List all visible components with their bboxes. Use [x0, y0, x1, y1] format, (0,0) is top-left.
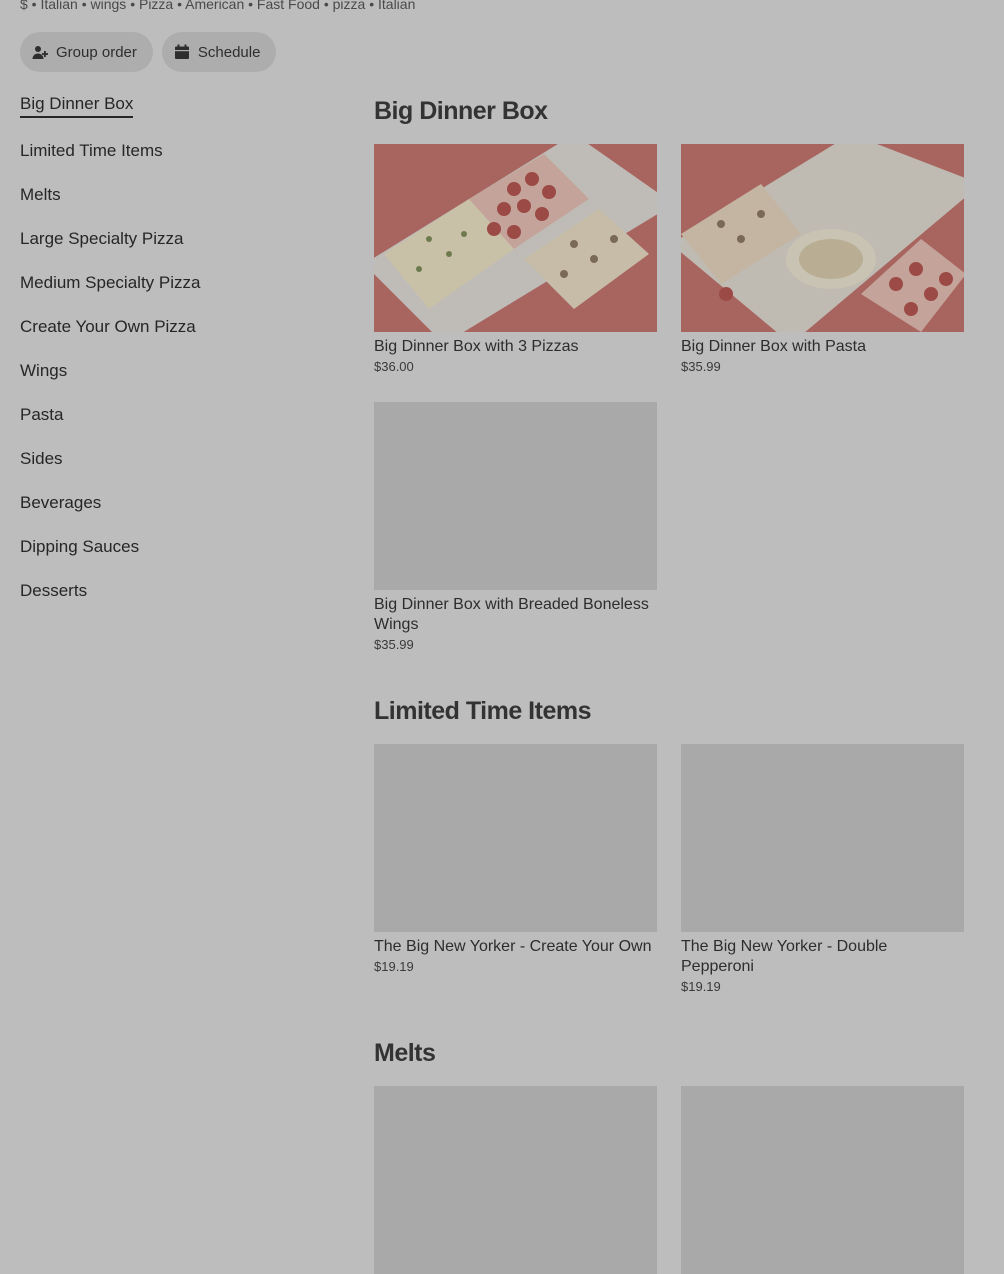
order-actions: Group order Schedule: [20, 32, 277, 72]
schedule-button[interactable]: Schedule: [161, 32, 277, 72]
schedule-label: Schedule: [197, 43, 261, 61]
menu-item-card[interactable]: Big Dinner Box with Breaded Boneless Win…: [374, 402, 657, 652]
item-image-placeholder: [374, 402, 657, 590]
menu-item-card[interactable]: The Big New Yorker - Create Your Own $19…: [374, 744, 657, 974]
item-name: The Big New Yorker - Double Pepperoni: [681, 938, 888, 975]
item-price: $35.99: [374, 637, 414, 652]
group-order-label: Group order: [56, 43, 137, 61]
item-price: $36.00: [374, 359, 414, 374]
item-image: [681, 144, 964, 332]
nav-item-beverages[interactable]: Beverages: [20, 493, 101, 513]
nav-item-create-your-own-pizza[interactable]: Create Your Own Pizza: [20, 317, 196, 337]
nav-item-limited-time-items[interactable]: Limited Time Items: [20, 141, 163, 161]
item-image-placeholder: [681, 1086, 964, 1274]
nav-item-melts[interactable]: Melts: [20, 185, 61, 205]
item-image-placeholder: [374, 744, 657, 932]
item-name: Big Dinner Box with Breaded Boneless Win…: [374, 596, 649, 633]
item-image-placeholder: [374, 1086, 657, 1274]
item-name: Big Dinner Box with Pasta: [681, 338, 866, 355]
nav-item-sides[interactable]: Sides: [20, 449, 63, 469]
group-order-button[interactable]: Group order: [20, 32, 153, 72]
nav-item-dipping-sauces[interactable]: Dipping Sauces: [20, 537, 139, 557]
menu-item-card[interactable]: [681, 1086, 964, 1274]
item-image-placeholder: [681, 744, 964, 932]
nav-item-desserts[interactable]: Desserts: [20, 581, 87, 601]
menu-item-card[interactable]: The Big New Yorker - Double Pepperoni $1…: [681, 744, 964, 994]
section-title-limited-time-items: Limited Time Items: [374, 697, 592, 725]
menu-item-card[interactable]: Big Dinner Box with 3 Pizzas $36.00: [374, 144, 657, 374]
item-price: $19.19: [681, 979, 721, 994]
item-image: [374, 144, 657, 332]
nav-item-pasta[interactable]: Pasta: [20, 405, 63, 425]
nav-item-wings[interactable]: Wings: [20, 361, 67, 381]
menu-item-card[interactable]: Big Dinner Box with Pasta $35.99: [681, 144, 964, 374]
item-name: Big Dinner Box with 3 Pizzas: [374, 338, 579, 355]
add-person-icon: [32, 44, 48, 60]
item-price: $19.19: [374, 959, 414, 974]
calendar-icon: [174, 44, 190, 60]
cuisine-tags: $ • Italian • wings • Pizza • American •…: [20, 0, 416, 12]
item-name: The Big New Yorker - Create Your Own: [374, 938, 652, 955]
menu-item-card[interactable]: [374, 1086, 657, 1274]
item-price: $35.99: [681, 359, 721, 374]
section-title-melts: Melts: [374, 1039, 436, 1067]
nav-item-big-dinner-box[interactable]: Big Dinner Box: [20, 94, 134, 118]
section-title-big-dinner-box: Big Dinner Box: [374, 97, 548, 125]
nav-item-large-specialty-pizza[interactable]: Large Specialty Pizza: [20, 229, 183, 249]
nav-item-medium-specialty-pizza[interactable]: Medium Specialty Pizza: [20, 273, 200, 293]
